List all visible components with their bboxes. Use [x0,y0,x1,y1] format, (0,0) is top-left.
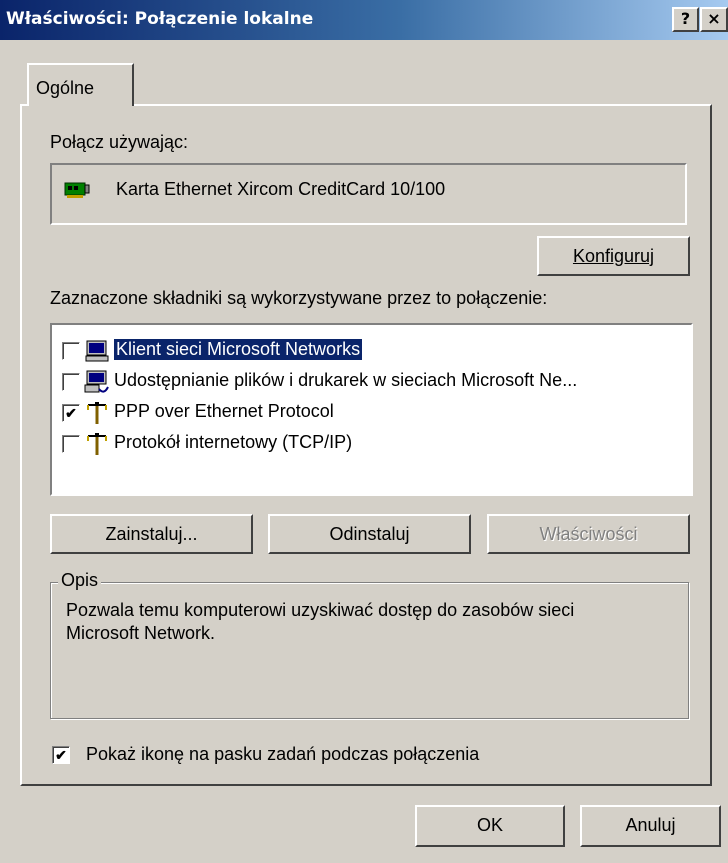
cancel-button[interactable]: Anuluj [580,805,721,847]
description-text-line2: Microsoft Network. [66,623,216,643]
help-icon: ? [680,9,691,28]
show-icon-checkbox[interactable]: ✔ [52,746,70,764]
ok-button[interactable]: OK [415,805,565,847]
window-title: Właściwości: Połączenie lokalne [6,9,314,29]
description-text-line1: Pozwala temu komputerowi uzyskiwać dostę… [66,600,575,620]
adapter-name: Karta Ethernet Xircom CreditCard 10/100 [116,179,446,199]
protocol-icon [87,402,107,424]
component-label: Protokół internetowy (TCP/IP) [114,432,353,452]
checkmark-icon: ✔ [55,747,67,763]
install-button-label: Zainstaluj... [105,524,198,544]
file-printer-sharing-icon [84,370,109,393]
description-legend: Opis [58,570,102,591]
component-checkbox[interactable]: ✔ [62,404,80,422]
configure-button[interactable]: Konfiguruj [537,236,690,276]
adapter-box: Karta Ethernet Xircom CreditCard 10/100 [50,163,687,225]
network-card-icon [64,182,90,198]
checkmark-icon: ✔ [65,405,77,421]
components-label: Zaznaczone składniki są wykorzystywane p… [50,288,548,308]
properties-button[interactable]: Właściwości [487,514,690,554]
close-button[interactable]: × [700,7,728,32]
components-list[interactable]: Klient sieci Microsoft Networks Udostępn… [50,323,693,496]
close-icon: × [707,9,721,28]
component-checkbox[interactable] [62,435,80,453]
network-client-icon [85,340,109,362]
ok-button-label: OK [476,815,503,835]
properties-button-label: Właściwości [539,524,638,544]
show-icon-label: Pokaż ikonę na pasku zadań podczas połąc… [86,744,480,764]
component-label: Udostępnianie plików i drukarek w siecia… [114,370,578,390]
tab-general-label: Ogólne [36,78,95,98]
tab-general[interactable]: Ogólne [27,63,134,106]
uninstall-button[interactable]: Odinstaluj [268,514,471,554]
show-icon-option[interactable]: ✔ Pokaż ikonę na pasku zadań podczas poł… [52,742,612,768]
component-label: Klient sieci Microsoft Networks [112,338,364,361]
uninstall-button-label: Odinstaluj [329,524,410,544]
install-button[interactable]: Zainstaluj... [50,514,253,554]
connect-using-label: Połącz używając: [50,132,189,152]
help-button[interactable]: ? [672,7,699,32]
cancel-button-label: Anuluj [625,815,676,835]
protocol-icon [87,433,107,455]
component-checkbox[interactable] [62,342,80,360]
component-label: PPP over Ethernet Protocol [114,401,334,421]
configure-button-label: Konfiguruj [572,246,655,266]
component-checkbox[interactable] [62,373,80,391]
title-bar[interactable]: Właściwości: Połączenie lokalne ? × [0,0,728,40]
